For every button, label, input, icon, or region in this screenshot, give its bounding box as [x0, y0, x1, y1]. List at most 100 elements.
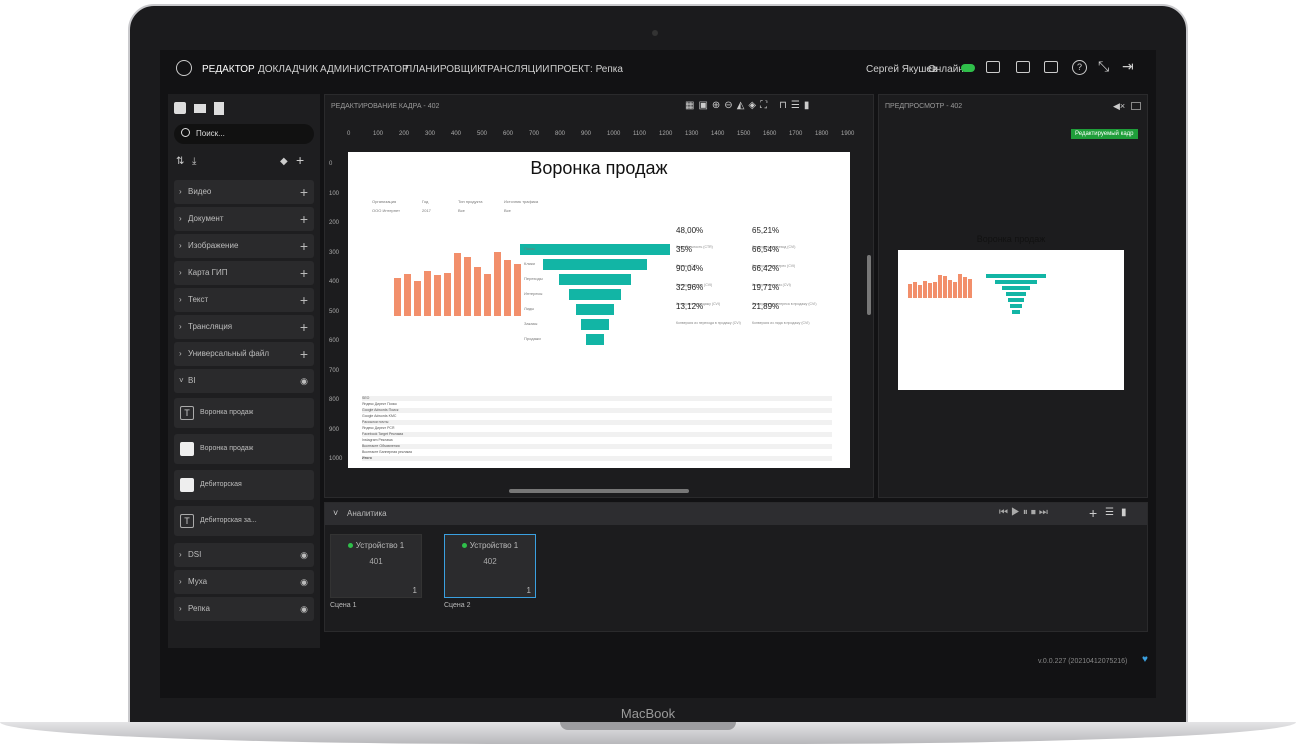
ruler-tick-label: 0	[329, 161, 333, 167]
add-icon[interactable]: +	[296, 152, 304, 168]
chevron-right-icon: ›	[179, 550, 182, 559]
menu-icon[interactable]: ☰	[791, 100, 804, 111]
bi-item[interactable]: T Воронка продаж	[174, 398, 314, 428]
mute-icon[interactable]: ◀×	[1113, 101, 1125, 112]
monitor-icon[interactable]	[986, 61, 1000, 73]
film-icon[interactable]	[214, 102, 224, 115]
bi-item[interactable]: Воронка продаж	[174, 434, 314, 464]
video-icon[interactable]	[194, 104, 206, 113]
tag-icon[interactable]: ◆	[280, 156, 288, 167]
funnel-label: Лиды	[524, 306, 535, 311]
help-icon[interactable]: ?	[1072, 60, 1087, 75]
bi-item[interactable]: T Дебиторская за...	[174, 506, 314, 536]
category-document[interactable]: › Документ +	[174, 207, 314, 231]
plus-icon[interactable]: +	[300, 207, 308, 231]
category-map[interactable]: › Карта ГИП +	[174, 261, 314, 285]
preview-bar-mark	[918, 285, 922, 298]
collapse-icon[interactable]: ⤓	[192, 156, 196, 167]
nav-editor[interactable]: РЕДАКТОР	[202, 64, 255, 75]
status-dot-icon	[347, 543, 353, 548]
nav-speaker[interactable]: ДОКЛАДЧИК	[258, 64, 318, 75]
plus-icon[interactable]: +	[300, 234, 308, 258]
bar-mark	[484, 274, 491, 316]
screen-share-icon[interactable]	[1044, 61, 1058, 73]
fit-icon[interactable]: ⛶	[760, 100, 771, 111]
preview-funnel-mark	[995, 280, 1037, 284]
display-icon[interactable]	[1016, 61, 1030, 73]
sort-icon[interactable]: ⇅	[176, 156, 184, 167]
ruler-tick-label: 1000	[607, 131, 621, 137]
category-broadcast[interactable]: › Трансляция +	[174, 315, 314, 339]
horizontal-scrollbar[interactable]	[509, 489, 689, 493]
trash-icon[interactable]: ▮	[804, 100, 814, 111]
nav-project[interactable]: ПРОЕКТ: Репка	[550, 64, 623, 75]
layout-icon[interactable]: ▣	[698, 100, 711, 111]
preview-bar-mark	[933, 281, 937, 298]
filter-source-value[interactable]: Все	[504, 208, 511, 213]
puzzle-icon[interactable]	[174, 102, 186, 114]
logout-icon[interactable]: ⇥	[1122, 58, 1134, 75]
category-universal-file[interactable]: › Универсальный файл +	[174, 342, 314, 366]
preview-bar-mark	[928, 282, 932, 298]
status-dot-icon	[461, 543, 467, 548]
preview-slide[interactable]: Воронка продаж	[898, 234, 1124, 390]
grid-icon[interactable]: ▦	[685, 100, 698, 111]
eye-icon[interactable]: ◉	[300, 597, 308, 621]
category-image[interactable]: › Изображение +	[174, 234, 314, 258]
ruler-tick-label: 1100	[633, 131, 646, 137]
zoom-in-icon[interactable]: ⊕	[712, 100, 724, 111]
bi-item[interactable]: Дебиторская	[174, 470, 314, 500]
scene-number: 401	[369, 557, 383, 566]
nav-admin[interactable]: АДМИНИСТРАТОР	[320, 64, 409, 75]
plus-icon[interactable]: +	[300, 315, 308, 339]
category-text[interactable]: › Текст +	[174, 288, 314, 312]
nav-planner[interactable]: ПЛАНИРОВЩИК	[405, 64, 483, 75]
scene-card-2[interactable]: Устройство 1 402 1	[444, 534, 536, 598]
chevron-down-icon: ˅	[333, 508, 339, 518]
filter-org-value[interactable]: ООО Интернет	[372, 208, 400, 213]
filter-type-value[interactable]: Все	[458, 208, 465, 213]
editor-toolbar: ▦▣⊕⊖◭◈⛶ ⊓☰▮	[685, 100, 813, 111]
online-toggle[interactable]	[961, 64, 975, 72]
nav-broadcasts[interactable]: ТРАНСЛЯЦИИ	[481, 64, 549, 75]
eye-icon[interactable]: ◉	[300, 543, 308, 567]
playback-controls[interactable]: ⏮▶⏸⏹⏭	[999, 507, 1051, 518]
group-dsi[interactable]: › DSI ◉	[174, 543, 314, 567]
list-icon[interactable]: ☰	[1105, 507, 1114, 518]
plus-icon[interactable]: +	[300, 261, 308, 285]
top-nav: РЕДАКТОР ДОКЛАДЧИК АДМИНИСТРАТОР ПЛАНИРО…	[160, 50, 1156, 90]
vertical-scrollbar[interactable]	[867, 255, 871, 315]
analytics-header[interactable]: ˅ Аналитика ⏮▶⏸⏹⏭ + ☰ ▮	[325, 503, 1147, 525]
zoom-out-icon[interactable]: ⊖	[724, 100, 736, 111]
layers-icon[interactable]: ◈	[748, 100, 760, 111]
fullscreen-exit-icon[interactable]: ⤡	[1098, 58, 1109, 75]
search-input[interactable]: Поиск...	[196, 129, 225, 138]
add-scene-icon[interactable]: +	[1089, 505, 1097, 521]
category-bi[interactable]: ˅ BI ◉	[174, 369, 314, 393]
slide-canvas[interactable]: Воронка продаж Организация Год Тип проду…	[348, 152, 850, 468]
bar-mark	[494, 251, 501, 316]
bar-mark	[424, 270, 431, 316]
search-box[interactable]: Поиск...	[174, 124, 314, 144]
trash-icon[interactable]: ▮	[1121, 507, 1127, 518]
ruler-tick-label: 1600	[763, 131, 777, 137]
eye-icon[interactable]: ◉	[300, 369, 308, 393]
group-mukha[interactable]: › Муха ◉	[174, 570, 314, 594]
plus-icon[interactable]: +	[300, 180, 308, 204]
ruler-tick-label: 1500	[737, 131, 751, 137]
scene-card-1[interactable]: Устройство 1 401 1	[330, 534, 422, 598]
eye-icon[interactable]: ◉	[300, 570, 308, 594]
ruler-tick-label: 1200	[659, 131, 673, 137]
category-video[interactable]: › Видео +	[174, 180, 314, 204]
preview-expand-icon[interactable]	[1131, 102, 1141, 110]
table-row: Instagram Реклама	[362, 438, 832, 443]
plus-icon[interactable]: +	[300, 342, 308, 366]
logo-icon	[176, 60, 192, 76]
plus-icon[interactable]: +	[300, 288, 308, 312]
filter-year-value[interactable]: 2017	[422, 208, 431, 213]
user-name[interactable]: Сергей Якушев	[866, 64, 937, 75]
lock-icon[interactable]: ⊓	[779, 100, 791, 111]
group-repka[interactable]: › Репка ◉	[174, 597, 314, 621]
eraser-icon[interactable]: ◭	[737, 100, 749, 111]
scene-device: Устройство 1	[445, 541, 535, 550]
